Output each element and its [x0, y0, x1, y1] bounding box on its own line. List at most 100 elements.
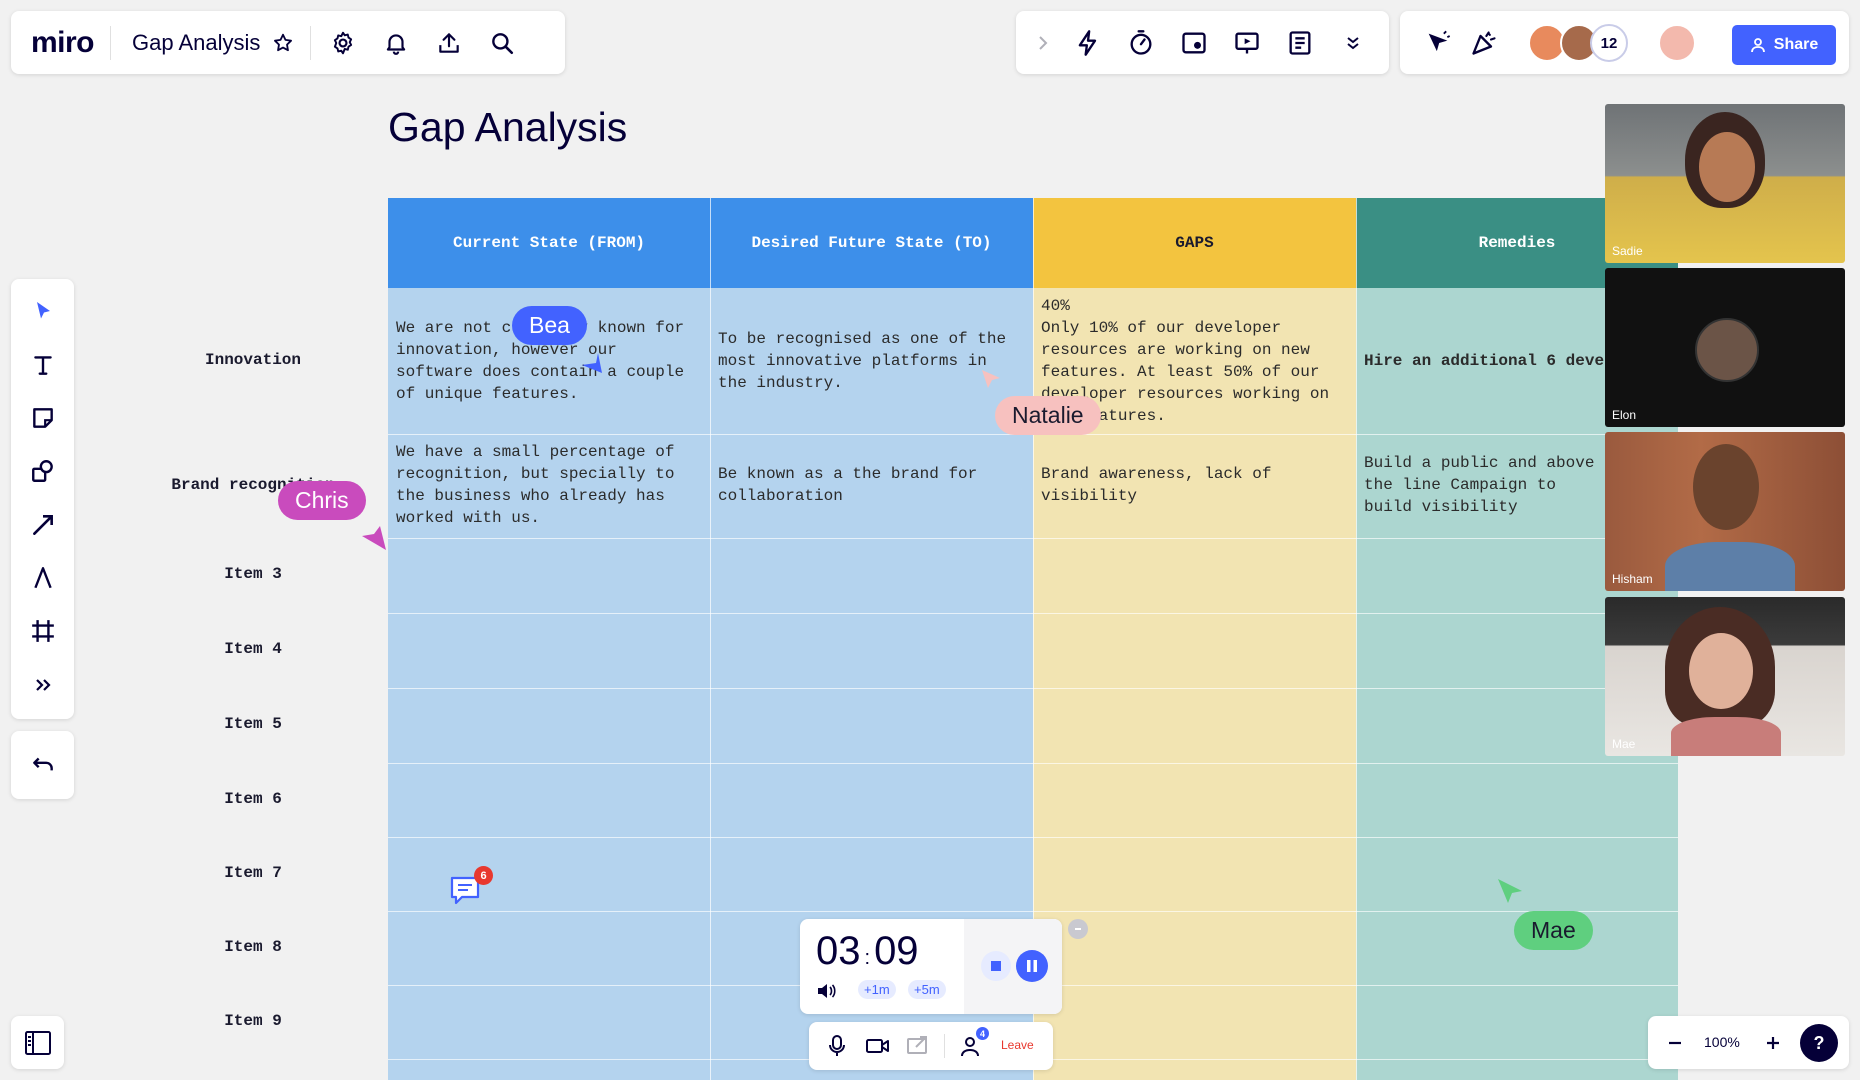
video-tile[interactable]: Elon [1605, 268, 1845, 427]
undo-panel [11, 731, 74, 799]
table-cell[interactable]: To be recognised as one of the most inno… [718, 328, 1018, 394]
help-icon[interactable]: ? [1800, 1024, 1838, 1062]
column-header-desired-state[interactable]: Desired Future State (TO) [710, 198, 1033, 288]
row-label[interactable]: Innovation [138, 351, 368, 369]
comment-count-badge: 6 [474, 866, 493, 885]
frame-icon[interactable] [21, 609, 64, 652]
cursor-pointer-icon [582, 353, 602, 373]
zoom-out-icon[interactable] [1660, 1028, 1690, 1058]
timer-icon[interactable] [1119, 21, 1163, 65]
zoom-level[interactable]: 100% [1704, 1034, 1740, 1050]
text-tool-icon[interactable] [21, 343, 64, 386]
timer-colon: : [864, 947, 871, 969]
participant-name: Sadie [1612, 244, 1643, 258]
leave-call-button[interactable]: Leave [1001, 1038, 1034, 1052]
column-divider [1356, 198, 1357, 1080]
row-label[interactable]: Item 5 [138, 715, 368, 733]
cursor-label: Natalie [995, 396, 1101, 435]
participant-name: Hisham [1612, 572, 1653, 586]
undo-icon[interactable] [21, 743, 64, 786]
row-label[interactable]: Item 9 [138, 1012, 368, 1030]
column-header-current-state[interactable]: Current State (FROM) [388, 198, 710, 288]
user-icon [1750, 38, 1765, 53]
table-cell[interactable]: Be known as a the brand for collaboratio… [718, 463, 1018, 507]
zoom-in-icon[interactable] [1758, 1028, 1788, 1058]
search-icon[interactable] [482, 23, 522, 63]
screen-share-icon[interactable] [903, 1032, 933, 1060]
divider [310, 25, 312, 60]
connector-arrow-icon[interactable] [21, 503, 64, 546]
participant-video [1689, 633, 1753, 709]
share-button[interactable]: Share [1732, 25, 1836, 65]
row-divider [388, 688, 1678, 689]
miro-logo[interactable]: miro [31, 26, 95, 60]
column-header-label: GAPS [1175, 234, 1214, 252]
pen-icon[interactable] [21, 556, 64, 599]
presentation-icon[interactable] [1225, 21, 1269, 65]
participant-name: Elon [1612, 408, 1637, 422]
minimize-timer-icon[interactable] [1068, 919, 1088, 939]
row-label[interactable]: Item 8 [138, 938, 368, 956]
double-chevron-down-icon[interactable] [1331, 21, 1375, 65]
settings-icon[interactable] [323, 23, 363, 63]
column-divider [710, 198, 711, 1080]
cursor-pointer-icon [362, 526, 386, 550]
column-header-gaps[interactable]: GAPS [1033, 198, 1356, 288]
bell-icon[interactable] [376, 23, 416, 63]
participant-count: 12 [1600, 34, 1618, 52]
board-title[interactable]: Gap Analysis [132, 30, 260, 56]
column-header-label: Remedies [1478, 234, 1556, 252]
row-label[interactable]: Item 7 [138, 864, 368, 882]
shapes-icon[interactable] [21, 449, 64, 492]
video-tile[interactable]: Hisham [1605, 432, 1845, 591]
sticky-note-icon[interactable] [21, 396, 64, 439]
video-tile[interactable]: Mae [1605, 597, 1845, 756]
collaboration-bar: 12 Share [1400, 11, 1849, 74]
pause-icon[interactable] [1016, 950, 1048, 982]
call-controls: 4 Leave [809, 1022, 1053, 1070]
row-label[interactable]: Item 3 [138, 565, 368, 583]
row-divider [388, 538, 1678, 539]
notes-icon[interactable] [1278, 21, 1322, 65]
divider [944, 1034, 945, 1058]
stop-icon[interactable] [981, 951, 1011, 981]
table-cell[interactable]: Hire an additional 6 developers [1364, 350, 1604, 372]
cursor-pointer-icon[interactable] [1418, 23, 1458, 63]
creation-toolbar [11, 279, 74, 719]
sidebar-toggle[interactable] [11, 1016, 64, 1069]
board-header: miro Gap Analysis [11, 11, 565, 74]
star-icon[interactable] [268, 28, 298, 58]
cursor-pointer-icon [982, 370, 1000, 388]
row-label[interactable]: Item 4 [138, 640, 368, 658]
more-tools-icon[interactable] [21, 663, 64, 706]
participant-video [1693, 444, 1759, 530]
voting-icon[interactable] [1172, 21, 1216, 65]
microphone-icon[interactable] [823, 1032, 851, 1060]
table-cell[interactable]: We have a small percentage of recognitio… [396, 441, 696, 529]
chevron-right-icon[interactable] [1028, 23, 1058, 63]
participants-badge: 4 [976, 1027, 989, 1040]
cursor-pointer-icon [1498, 879, 1522, 903]
volume-icon[interactable] [814, 979, 838, 1003]
video-tile[interactable]: Sadie [1605, 104, 1845, 263]
table-cell[interactable]: Brand awareness, lack of visibility [1041, 463, 1341, 507]
participant-video [1699, 132, 1755, 202]
add-5-minutes-button[interactable]: +5m [908, 980, 946, 999]
table-cell[interactable]: Build a public and above the line Campai… [1364, 452, 1604, 518]
current-user-avatar[interactable] [1658, 24, 1696, 62]
cursor-label: Mae [1514, 911, 1593, 950]
lightning-icon[interactable] [1066, 21, 1110, 65]
row-label[interactable]: Item 6 [138, 790, 368, 808]
participant-video [1671, 717, 1781, 756]
timer-widget: 03 : 09 +1m +5m [800, 919, 1062, 1014]
row-divider [388, 763, 1678, 764]
row-divider [388, 837, 1678, 838]
upload-icon[interactable] [429, 23, 469, 63]
camera-icon[interactable] [863, 1032, 893, 1060]
comment-thread[interactable]: 6 [448, 866, 493, 909]
participant-count-badge[interactable]: 12 [1590, 24, 1628, 62]
celebrate-icon[interactable] [1464, 23, 1504, 63]
add-1-minute-button[interactable]: +1m [858, 980, 896, 999]
select-cursor-icon[interactable] [21, 289, 64, 332]
share-label: Share [1773, 36, 1819, 53]
